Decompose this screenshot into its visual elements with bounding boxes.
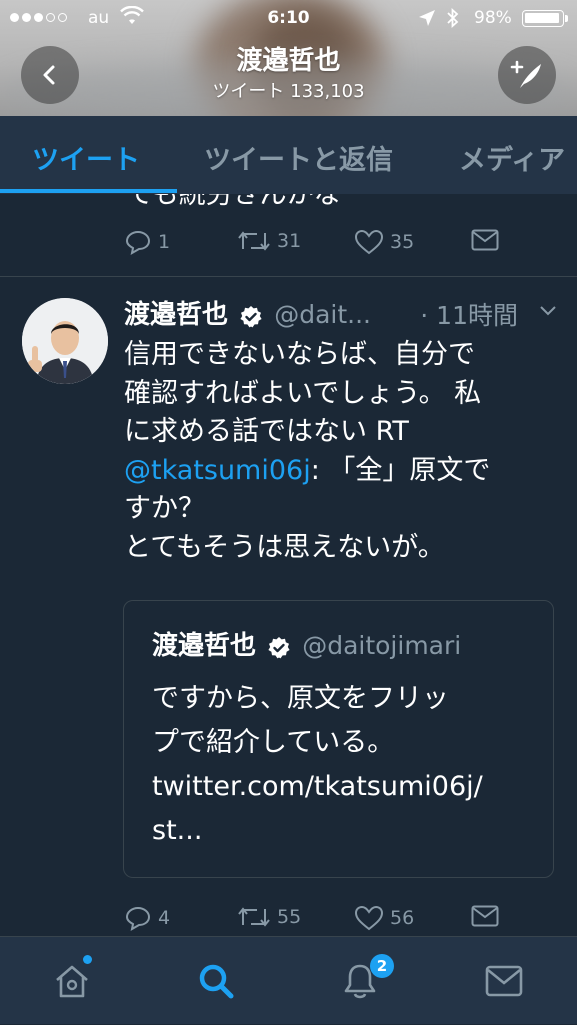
home-icon (56, 965, 88, 998)
retweet-count: 31 (277, 230, 302, 252)
quoted-handle: @daitojimari (302, 631, 462, 660)
dm-share-button[interactable] (471, 229, 499, 251)
tweet-timestamp: · 11時間 (420, 301, 518, 330)
retweet-icon (238, 907, 270, 927)
quoted-author: 渡邉哲也 (152, 631, 257, 661)
like-count: 56 (390, 907, 415, 929)
tweet-text-line: すか？ (124, 493, 205, 524)
verified-icon (239, 305, 263, 333)
compose-feather-icon (510, 60, 541, 88)
mention-link[interactable]: @tkatsumi06j (124, 455, 311, 486)
nav-notifications-button[interactable] (288, 937, 432, 1025)
battery-icon (522, 10, 568, 27)
heart-icon (354, 905, 384, 931)
tweet-text-line: 信用できないならば、自分で (124, 339, 475, 370)
tweet-text-line-mention: @tkatsumi06j: 「全」原文で (124, 452, 564, 491)
dm-share-button[interactable] (471, 905, 499, 927)
retweet-icon (238, 231, 270, 251)
tweet-handle[interactable]: @dait... (274, 300, 371, 329)
bottom-tab-bar: 2 (0, 936, 577, 1024)
tab-tweets[interactable]: ツイート (32, 138, 140, 177)
tab-tweets-and-replies[interactable]: ツイートと返信 (204, 138, 393, 177)
location-icon (418, 9, 436, 32)
heart-icon (354, 229, 384, 255)
profile-header: au 6:10 98% 渡邉哲也 ツイート 133,103 (0, 0, 577, 116)
tweet-options-button[interactable] (538, 302, 558, 321)
quoted-link[interactable]: twitter.com/tkatsumi06j/ (152, 765, 547, 809)
quoted-tweet-card[interactable]: 渡邉哲也 @daitojimari ですから、原文をフリッ プで紹介している。 … (123, 600, 554, 878)
avatar[interactable] (22, 298, 108, 384)
quoted-text: ですから、原文をフリッ プで紹介している。 twitter.com/tkatsu… (152, 677, 547, 853)
notifications-badge: 2 (370, 954, 394, 978)
tweet-text-line: とてもそうは思えないが。 (124, 531, 445, 563)
nav-home-button[interactable] (0, 937, 144, 1025)
envelope-icon (471, 905, 499, 927)
nav-messages-button[interactable] (432, 937, 576, 1025)
quoted-tweet-header: 渡邉哲也 @daitojimari (152, 625, 461, 664)
reply-button[interactable]: 1 (124, 229, 170, 255)
bluetooth-icon (446, 7, 460, 33)
envelope-icon (471, 229, 499, 251)
tweet-text-line: に求める話ではない RT (124, 416, 409, 447)
reply-icon (125, 230, 151, 255)
tweet-actions: 4 55 56 (124, 905, 524, 935)
reply-count: 1 (158, 231, 171, 253)
retweet-button[interactable]: 31 (237, 229, 301, 253)
envelope-icon (485, 965, 523, 997)
battery-percent: 98% (474, 8, 512, 28)
profile-name: 渡邉哲也 (236, 46, 341, 76)
tweet-text-line: 確認すればよいでしょう。 私 (124, 377, 482, 409)
reply-icon (125, 906, 151, 931)
nav-search-button[interactable] (144, 937, 288, 1025)
tweet-header: 渡邉哲也 @dait... · 11時間 (124, 294, 564, 334)
chevron-down-icon (540, 306, 556, 316)
reply-count: 4 (158, 907, 171, 929)
previous-tweet-actions: 1 31 35 (124, 229, 524, 259)
status-bar: au 6:10 98% (0, 0, 577, 36)
new-content-dot (83, 955, 92, 964)
tweet-author[interactable]: 渡邉哲也 (124, 300, 228, 330)
reply-button[interactable]: 4 (124, 905, 170, 931)
active-tab-indicator (0, 189, 177, 193)
mention-trailing-text: : 「全」原文で (310, 454, 491, 486)
tweet-text: 信用できないならば、自分で 確認すればよいでしょう。 私 に求める話ではない R… (124, 336, 564, 567)
timeline[interactable]: ても続労きんかな 1 31 35 渡邉哲也 @dait... · 11時間 信用… (0, 194, 577, 936)
quoted-link-cont[interactable]: st... (152, 809, 547, 853)
like-button[interactable]: 56 (354, 905, 414, 931)
compose-tweet-button[interactable] (498, 46, 556, 104)
previous-tweet-text: ても続労きんかな (126, 194, 341, 210)
profile-tabs: ツイート ツイートと返信 メディア (0, 116, 577, 194)
retweet-count: 55 (277, 906, 302, 928)
verified-icon (267, 636, 291, 664)
quoted-text-line: ですから、原文をフリッ (152, 683, 449, 714)
like-button[interactable]: 35 (354, 229, 414, 255)
quoted-text-line: プで紹介している。 (152, 727, 395, 758)
retweet-button[interactable]: 55 (237, 905, 301, 929)
search-icon (199, 964, 234, 999)
tab-media[interactable]: メディア (459, 138, 565, 177)
tweet-divider (0, 276, 577, 277)
tweet-count: ツイート 133,103 (212, 81, 365, 102)
like-count: 35 (390, 231, 415, 253)
